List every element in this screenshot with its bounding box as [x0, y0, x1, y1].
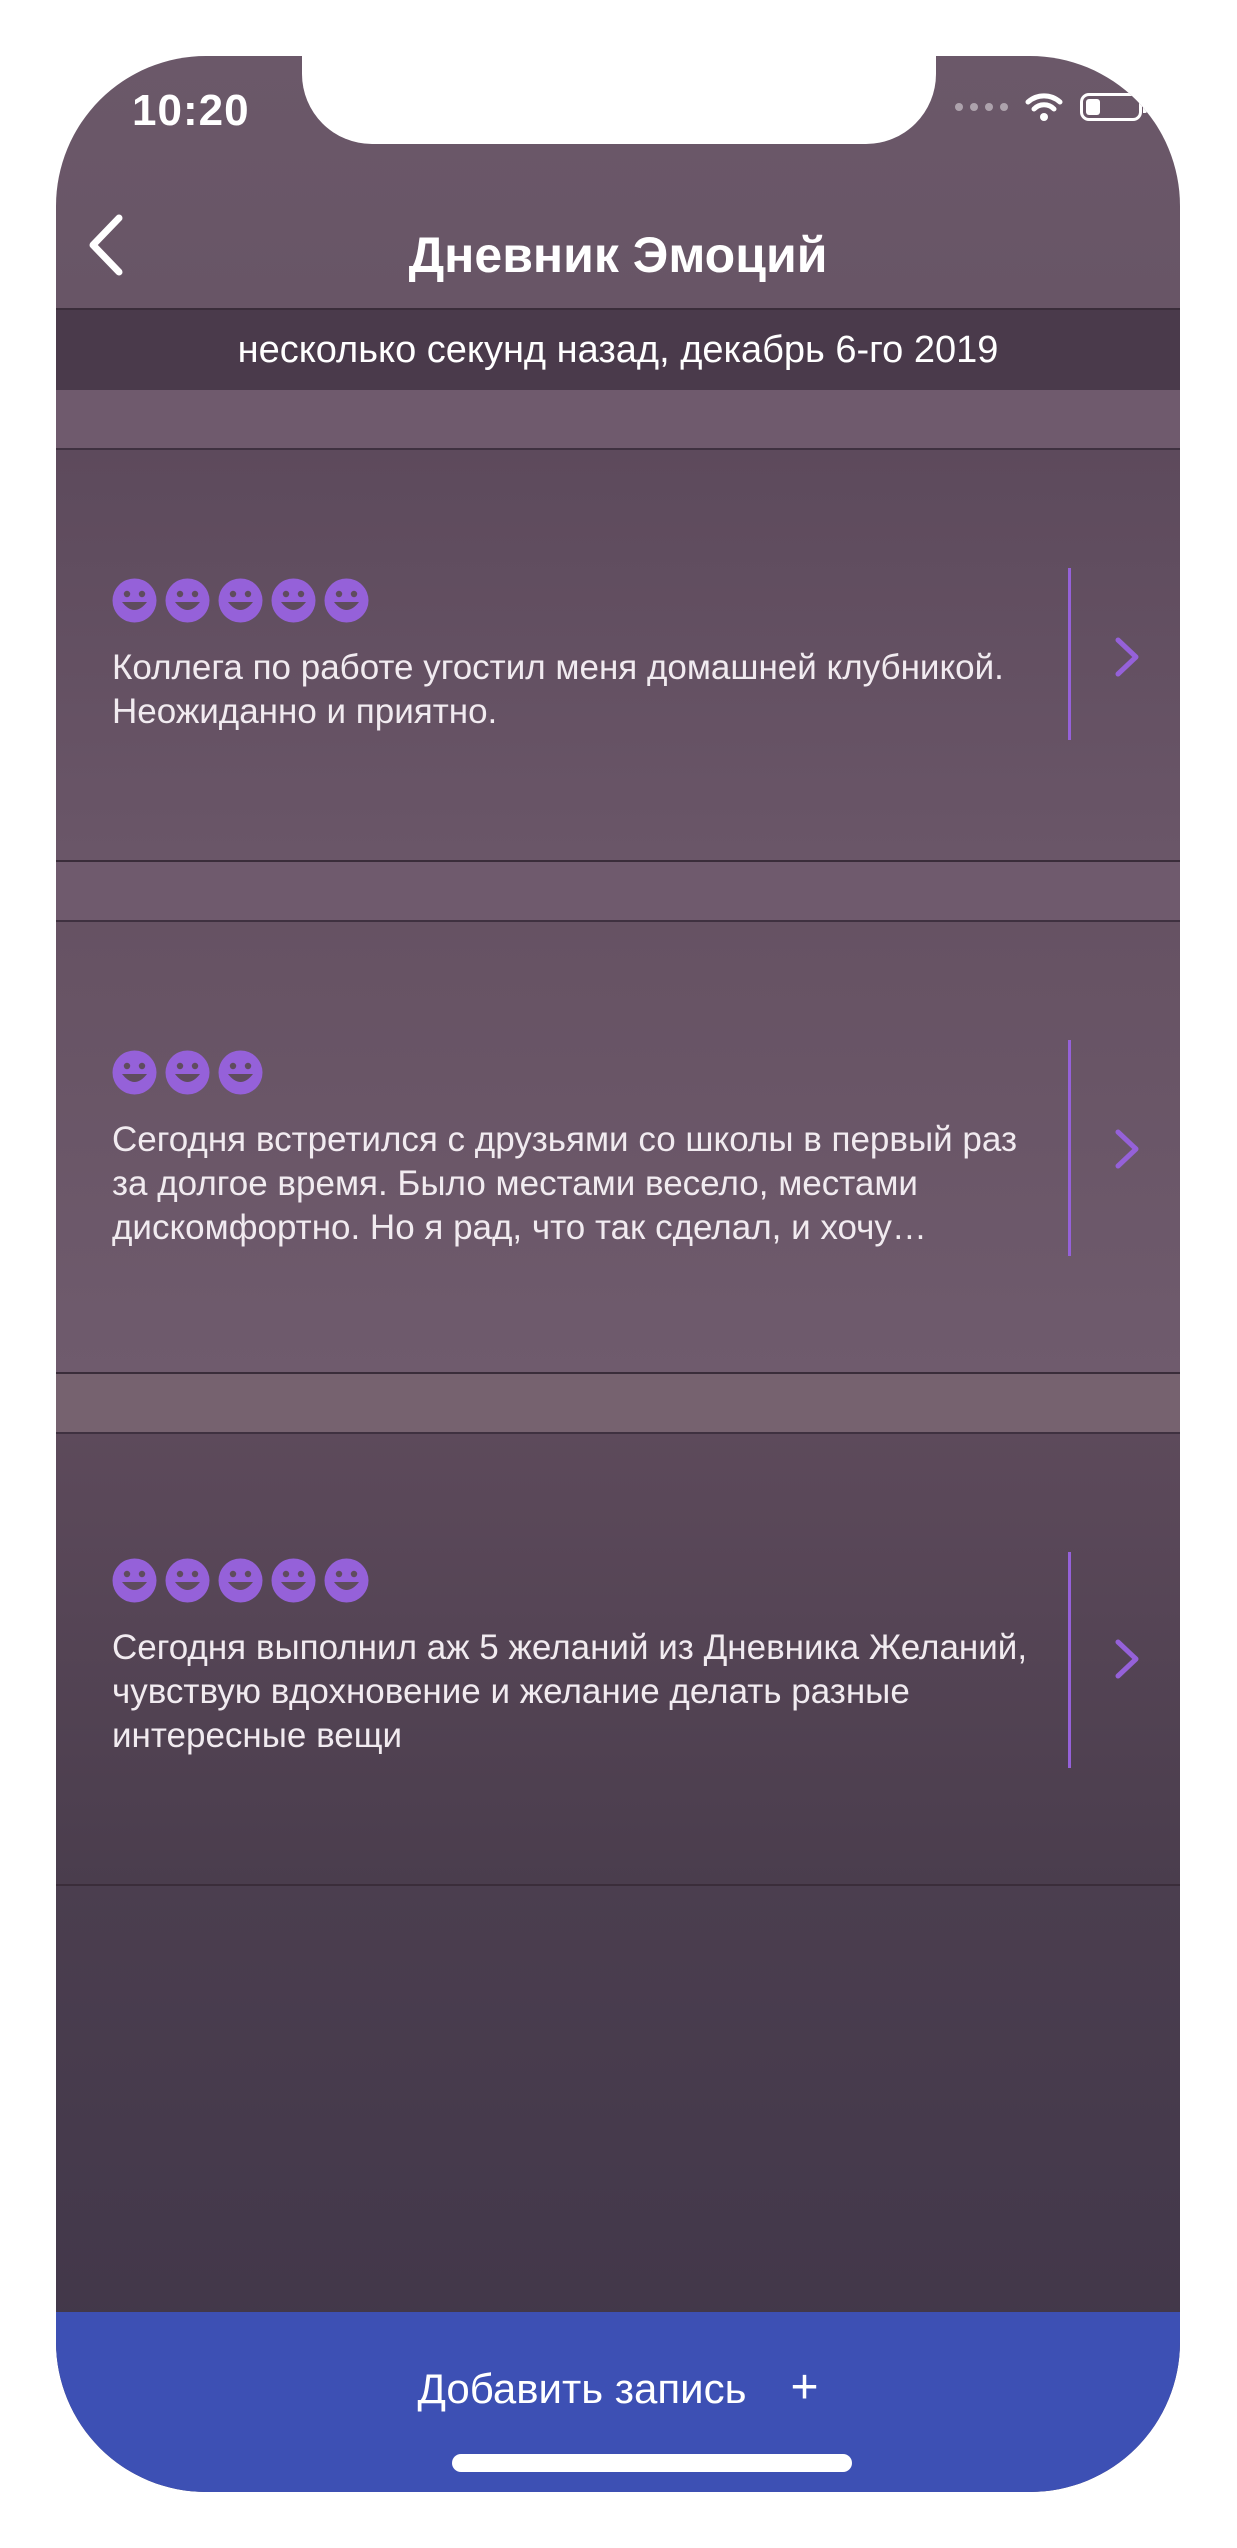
smiley-icon	[165, 1558, 210, 1603]
smiley-icon	[218, 1558, 263, 1603]
smiley-icon	[112, 578, 157, 623]
section-spacer	[56, 1374, 1180, 1434]
entry-row[interactable]: Коллега по работе угостил меня домашней …	[56, 450, 1180, 862]
entry-divider	[1068, 1040, 1071, 1256]
status-time: 10:20	[132, 86, 250, 135]
entry-row[interactable]: Сегодня выполнил аж 5 желаний из Дневник…	[56, 1434, 1180, 1886]
smiley-icon	[324, 578, 369, 623]
entry-divider	[1068, 1552, 1071, 1768]
smiley-icon	[271, 1558, 316, 1603]
entry-rating	[112, 1558, 369, 1603]
entry-rating	[112, 578, 369, 623]
chevron-right-icon	[1115, 637, 1139, 677]
section-spacer	[56, 862, 1180, 922]
phone-screen: 10:20 Дневник Эмоций несколько секунд на…	[56, 56, 1180, 2492]
chevron-right-icon	[1115, 1639, 1139, 1679]
add-entry-button[interactable]: Добавить запись +	[56, 2312, 1180, 2492]
status-icons	[955, 92, 1147, 122]
wifi-icon	[1025, 93, 1063, 121]
chevron-right-icon	[1115, 1129, 1139, 1169]
date-header: несколько секунд назад, декабрь 6-го 201…	[56, 308, 1180, 392]
smiley-icon	[165, 578, 210, 623]
page-title: Дневник Эмоций	[408, 227, 828, 283]
add-entry-label-row: Добавить запись +	[56, 2360, 1180, 2415]
smiley-icon	[218, 1050, 263, 1095]
section-spacer	[56, 390, 1180, 450]
smiley-icon	[112, 1558, 157, 1603]
add-entry-label: Добавить запись	[417, 2365, 747, 2412]
entry-text: Сегодня встретился с друзьями со школы в…	[112, 1120, 1018, 1247]
battery-icon	[1080, 93, 1147, 121]
device-notch	[302, 56, 936, 144]
entry-rating	[112, 1050, 263, 1095]
home-indicator	[452, 2454, 852, 2472]
smiley-icon	[324, 1558, 369, 1603]
entry-row[interactable]: Сегодня встретился с друзьями со школы в…	[56, 922, 1180, 1374]
cellular-signal-icon	[955, 103, 1008, 111]
entry-text: Сегодня выполнил аж 5 желаний из Дневник…	[112, 1628, 1028, 1755]
navigation-bar: Дневник Эмоций	[56, 186, 1180, 306]
entry-divider	[1068, 568, 1071, 740]
smiley-icon	[165, 1050, 210, 1095]
smiley-icon	[271, 578, 316, 623]
smiley-icon	[218, 578, 263, 623]
entry-text: Коллега по работе угостил меня домашней …	[112, 648, 1004, 731]
smiley-icon	[112, 1050, 157, 1095]
plus-icon: +	[790, 2361, 819, 2414]
